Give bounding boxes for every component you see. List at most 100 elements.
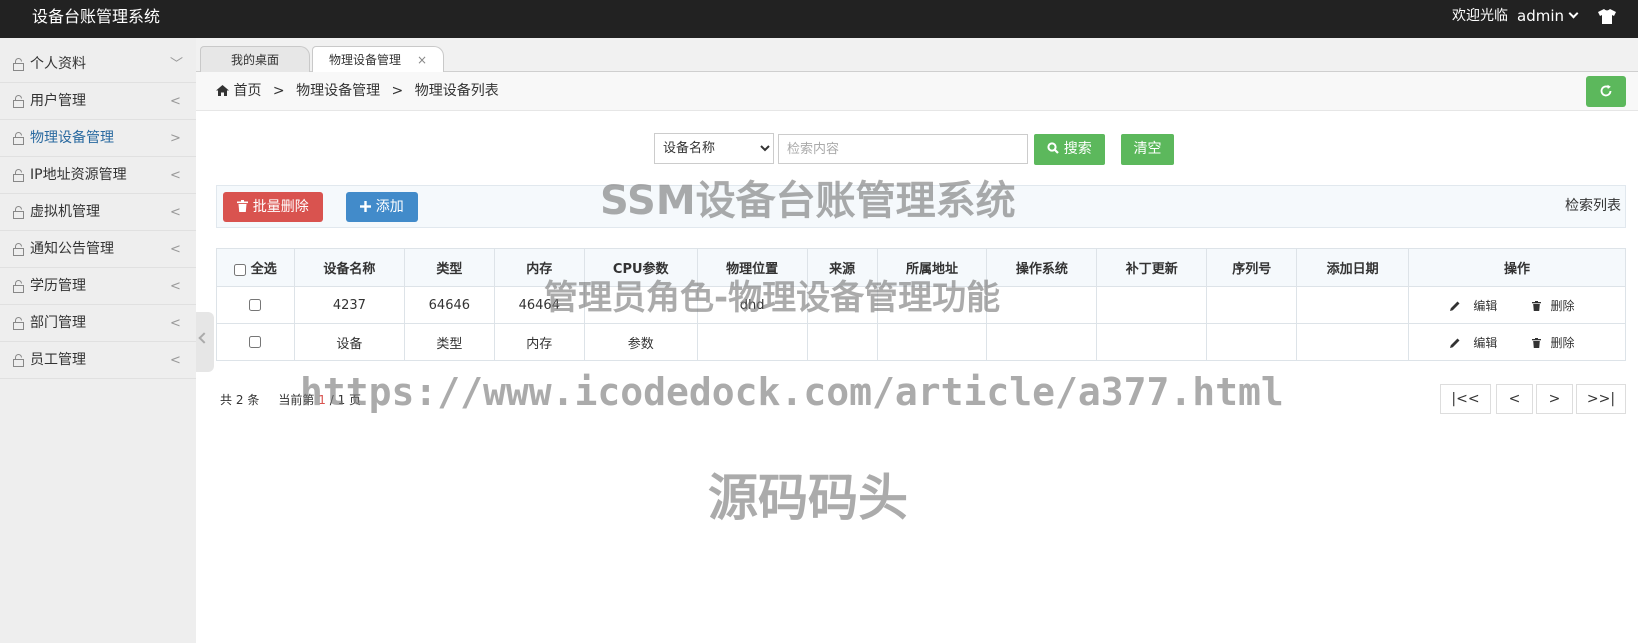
delete-label: 删除 (1550, 335, 1575, 350)
row-select-cell (216, 323, 295, 361)
header-select-all[interactable]: 全选 (216, 248, 295, 287)
user-name[interactable]: admin (1517, 7, 1564, 25)
cell-os (986, 286, 1098, 324)
breadcrumb-separator: > (272, 83, 285, 99)
cell-address (876, 323, 988, 361)
lock-icon (13, 354, 24, 367)
search-input[interactable] (778, 134, 1028, 164)
sidebar-item-profile[interactable]: 个人资料 ﹀ (0, 46, 196, 83)
pencil-icon (1449, 301, 1460, 311)
sidebar-item-label: IP地址资源管理 (30, 167, 127, 183)
chevron-right-icon: > (170, 131, 181, 146)
sidebar-item-label: 用户管理 (30, 93, 86, 109)
search-button[interactable]: 搜索 (1034, 134, 1105, 165)
select-all-checkbox[interactable] (234, 263, 247, 276)
row-checkbox[interactable] (249, 299, 262, 311)
tab-physical-devices[interactable]: 物理设备管理 × (312, 46, 444, 73)
breadcrumb-current: 物理设备列表 (414, 83, 499, 99)
sidebar-item-label: 物理设备管理 (30, 130, 114, 146)
total-count: 2 (235, 393, 244, 407)
sidebar: 个人资料 ﹀ 用户管理 < 物理设备管理 > IP地址资源管理 < 虚拟机管理 … (0, 38, 196, 643)
lock-icon (13, 95, 24, 108)
cell-ops: 编辑 删除 (1408, 323, 1626, 361)
sidebar-item-employees[interactable]: 员工管理 < (0, 342, 196, 379)
delete-link[interactable]: 删除 (1531, 335, 1585, 350)
header-name: 设备名称 (293, 248, 405, 287)
sidebar-item-label: 员工管理 (30, 352, 86, 368)
sidebar-item-label: 个人资料 (30, 56, 86, 72)
row-checkbox[interactable] (249, 336, 262, 348)
breadcrumb-separator: > (391, 83, 404, 99)
header-serial: 序列号 (1206, 248, 1298, 287)
edit-label: 编辑 (1473, 298, 1498, 313)
trash-icon (237, 200, 249, 212)
sidebar-item-departments[interactable]: 部门管理 < (0, 305, 196, 342)
watermark-url: https://www.icodedock.com/article/a377.h… (300, 370, 1284, 414)
cell-location (696, 323, 808, 361)
cell-patch (1096, 286, 1208, 324)
lock-icon (13, 58, 24, 71)
batch-delete-button[interactable]: 批量删除 (223, 192, 323, 222)
chevron-left-icon: < (170, 353, 181, 368)
breadcrumb: 首页 > 物理设备管理 > 物理设备列表 (216, 72, 499, 110)
chevron-down-icon[interactable] (1568, 8, 1579, 19)
header-patch: 补丁更新 (1096, 248, 1208, 287)
edit-link[interactable]: 编辑 (1449, 336, 1508, 350)
sidebar-item-physical-devices[interactable]: 物理设备管理 > (0, 120, 196, 157)
watermark-subtitle: 管理员角色-物理设备管理功能 (544, 278, 1001, 318)
delete-link[interactable]: 删除 (1531, 298, 1585, 313)
sidebar-collapse-handle[interactable] (196, 312, 214, 372)
sidebar-item-users[interactable]: 用户管理 < (0, 83, 196, 120)
sidebar-item-label: 部门管理 (30, 315, 86, 331)
cell-ops: 编辑 删除 (1408, 286, 1626, 324)
header-type: 类型 (403, 248, 495, 287)
cell-name: 设备 (293, 323, 405, 361)
cell-type: 64646 (403, 286, 495, 324)
pencil-icon (1449, 338, 1460, 348)
lock-icon (13, 243, 24, 256)
add-label: 添加 (375, 199, 404, 215)
app-title: 设备台账管理系统 (32, 7, 161, 26)
sidebar-item-vms[interactable]: 虚拟机管理 < (0, 194, 196, 231)
chevron-left-icon: < (170, 316, 181, 331)
cell-date (1296, 323, 1410, 361)
cell-os (986, 323, 1098, 361)
total-prefix: 共 (220, 393, 233, 407)
tab-desktop[interactable]: 我的桌面 (200, 46, 310, 73)
breadcrumb-home[interactable]: 首页 (233, 83, 261, 99)
theme-shirt-icon[interactable] (1598, 9, 1616, 24)
select-all-label: 全选 (250, 262, 277, 277)
batch-delete-label: 批量删除 (252, 199, 309, 215)
next-page-button[interactable]: > (1536, 384, 1573, 414)
cell-name: 4237 (293, 286, 405, 324)
top-bar: 设备台账管理系统 欢迎光临 admin (0, 0, 1638, 38)
last-page-button[interactable]: >>| (1576, 384, 1626, 414)
lock-icon (13, 317, 24, 330)
cell-cpu: 参数 (583, 323, 698, 361)
lock-icon (13, 169, 24, 182)
sidebar-item-notices[interactable]: 通知公告管理 < (0, 231, 196, 268)
add-button[interactable]: 添加 (346, 192, 418, 222)
user-menu[interactable]: admin (1517, 0, 1579, 32)
chevron-left-icon: < (170, 94, 181, 109)
trash-icon (1531, 300, 1541, 311)
prev-page-button[interactable]: < (1496, 384, 1533, 414)
breadcrumb-level1[interactable]: 物理设备管理 (296, 83, 380, 99)
clear-button[interactable]: 清空 (1121, 134, 1174, 165)
edit-link[interactable]: 编辑 (1449, 298, 1508, 313)
cell-date (1296, 286, 1410, 324)
first-page-button[interactable]: |<< (1440, 384, 1491, 414)
sidebar-item-label: 通知公告管理 (30, 241, 114, 257)
chevron-left-icon (198, 332, 210, 344)
close-icon[interactable]: × (417, 53, 427, 67)
delete-label: 删除 (1550, 298, 1575, 313)
watermark-title: SSM设备台账管理系统 (600, 178, 1016, 224)
chevron-left-icon: < (170, 242, 181, 257)
refresh-button[interactable] (1586, 76, 1626, 107)
chevron-down-icon: ﹀ (170, 57, 184, 72)
sidebar-item-ip-resources[interactable]: IP地址资源管理 < (0, 157, 196, 194)
sidebar-item-education[interactable]: 学历管理 < (0, 268, 196, 305)
chevron-left-icon: < (170, 168, 181, 183)
refresh-icon (1600, 84, 1612, 97)
search-field-select[interactable]: 设备名称 (654, 133, 774, 164)
